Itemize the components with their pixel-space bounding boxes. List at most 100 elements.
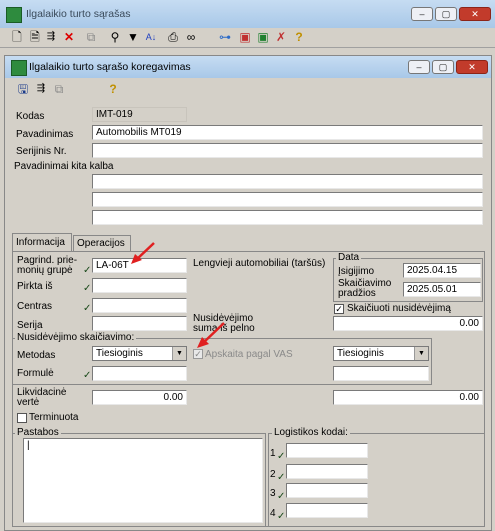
- data-group-label: Data: [336, 252, 362, 263]
- tab-informacija-label: Informacija: [16, 237, 65, 248]
- annotation-arrow-icon: [197, 322, 225, 348]
- tab-operacijos[interactable]: Operacijos: [73, 235, 131, 251]
- skaiciavimo-group-label: Nusidėvėjimo skaičiavimo:: [15, 332, 137, 343]
- tab-operacijos-label: Operacijos: [77, 238, 125, 249]
- serija-label: Serija: [17, 320, 43, 331]
- filter-list-icon[interactable]: ⇶: [44, 30, 58, 44]
- kita-kalba-field-2[interactable]: [92, 192, 483, 207]
- logistikos-field-2[interactable]: [286, 464, 368, 479]
- skaiciavimo-label: Skaičiavimo pradžios: [338, 278, 392, 299]
- centras-label: Centras: [17, 301, 53, 312]
- serija-field[interactable]: [92, 316, 187, 331]
- help-icon[interactable]: ?: [292, 30, 306, 44]
- nusidevejimo-suma-field[interactable]: 0.00: [333, 316, 483, 331]
- terminuota-label: Terminuota: [29, 412, 79, 423]
- dialog-minimize-button[interactable]: ‒: [408, 60, 430, 74]
- annotation-arrow-icon: [131, 242, 155, 264]
- pirkta-field[interactable]: [92, 278, 187, 293]
- logistikos-field-1[interactable]: [286, 443, 368, 458]
- serijinis-label: Serijinis Nr.: [16, 146, 67, 157]
- funnel-icon[interactable]: ▼: [126, 30, 140, 44]
- logistikos-field-4[interactable]: [286, 503, 368, 518]
- check-icon: ✓: [277, 491, 286, 502]
- chevron-down-icon[interactable]: ▼: [414, 347, 428, 360]
- isigijimo-label: Įsigijimo: [338, 266, 375, 277]
- check-icon: ✓: [83, 303, 92, 314]
- isigijimo-field[interactable]: 2025.04.15: [403, 263, 481, 278]
- likvidacine-vas-field[interactable]: 0.00: [333, 390, 483, 405]
- dialog-maximize-button[interactable]: ▢: [432, 60, 454, 74]
- dialog-icon: [11, 60, 27, 76]
- tools-x-icon[interactable]: ✗: [274, 30, 288, 44]
- logistikos-field-3[interactable]: [286, 483, 368, 498]
- pagrind-label: Pagrind. prie-monių grupė: [17, 255, 78, 276]
- serijinis-field[interactable]: [92, 143, 483, 158]
- tree-icon[interactable]: ⚲: [108, 30, 122, 44]
- new-icon[interactable]: 🗋: [10, 30, 24, 44]
- kita-kalba-field-3[interactable]: [92, 210, 483, 225]
- copy-icon[interactable]: ⧉: [52, 82, 66, 96]
- outer-toolbar: 🗋 🗎 ⇶ ✕ ⧉ ⚲ ▼ A↓ ⎙ ∞ ⊶ ▣ ▣ ✗ ?: [0, 28, 495, 48]
- logistikos-row-number: 3: [270, 488, 276, 499]
- filter-list-icon[interactable]: ⇶: [34, 82, 48, 96]
- check-icon: ✓: [83, 370, 92, 381]
- kodas-label: Kodas: [16, 111, 45, 122]
- logistikos-row-number: 1: [270, 448, 276, 459]
- print-icon[interactable]: ⎙: [166, 30, 180, 44]
- document-icon[interactable]: 🗎: [28, 30, 42, 44]
- app-icon: [6, 7, 22, 23]
- dialog-close-button[interactable]: ✕: [456, 60, 488, 74]
- minimize-button[interactable]: ‒: [411, 7, 433, 21]
- apskaita-method-select[interactable]: Tiesioginis ▼: [333, 346, 429, 361]
- save-icon[interactable]: 🖫: [16, 82, 30, 96]
- apskaita-checkbox[interactable]: ✓: [193, 349, 203, 359]
- check-icon: ✓: [277, 511, 286, 522]
- pavadinimas-label: Pavadinimas: [16, 129, 74, 140]
- skaiciavimo-field[interactable]: 2025.05.01: [403, 282, 481, 297]
- binoculars-icon[interactable]: ∞: [184, 30, 198, 44]
- likvidacine-field[interactable]: 0.00: [92, 390, 187, 405]
- logistikos-row-number: 4: [270, 508, 276, 519]
- metodas-select[interactable]: Tiesioginis ▼: [92, 346, 187, 361]
- metodas-label: Metodas: [17, 350, 56, 361]
- cart-red-icon[interactable]: ▣: [238, 30, 252, 44]
- check-icon: ✓: [83, 283, 92, 294]
- formule-field[interactable]: [92, 366, 187, 381]
- close-button[interactable]: ✕: [459, 7, 491, 21]
- metodas-value: Tiesioginis: [96, 348, 143, 359]
- dialog-title-bar: Ilgalaikio turto sąrašo koregavimas ‒ ▢ …: [5, 56, 491, 78]
- dialog-title: Ilgalaikio turto sąrašo koregavimas: [29, 61, 191, 73]
- skaiciuoti-checkbox[interactable]: ✓: [334, 304, 344, 314]
- pastabos-label: Pastabos: [15, 427, 61, 438]
- help-icon[interactable]: ?: [106, 82, 120, 96]
- outer-window-title: Ilgalaikio turto sąrašas: [26, 8, 131, 20]
- check-icon: ✓: [277, 451, 286, 462]
- pavadinimas-field[interactable]: Automobilis MT019: [92, 125, 483, 140]
- formule-label: Formulė: [17, 368, 54, 379]
- cart-green-icon[interactable]: ▣: [256, 30, 270, 44]
- pastabos-textarea[interactable]: |: [23, 438, 263, 523]
- logistikos-row-number: 2: [270, 469, 276, 480]
- sort-az-icon[interactable]: A↓: [144, 30, 158, 44]
- logistikos-label: Logistikos kodai:: [272, 427, 350, 438]
- delete-icon[interactable]: ✕: [62, 30, 76, 44]
- chevron-down-icon[interactable]: ▼: [172, 347, 186, 360]
- group-name-text: Lengvieji automobiliai (taršūs): [193, 258, 326, 269]
- check-icon: ✓: [277, 472, 286, 483]
- pirkta-label: Pirkta iš: [17, 281, 53, 292]
- centras-field[interactable]: [92, 298, 187, 313]
- tab-informacija[interactable]: Informacija: [12, 233, 72, 251]
- kita-kalba-label: Pavadinimai kita kalba: [14, 161, 114, 172]
- kita-kalba-field-1[interactable]: [92, 174, 483, 189]
- check-icon: ✓: [83, 265, 92, 276]
- apskaita-method-value: Tiesioginis: [337, 348, 384, 359]
- formule-vas-field[interactable]: [333, 366, 429, 381]
- skaiciuoti-label: Skaičiuoti nusidėvėjimą: [347, 303, 451, 314]
- apskaita-label: Apskaita pagal VAS: [205, 349, 293, 360]
- likvidacine-label: Likvidacinė vertė: [17, 387, 67, 408]
- kodas-field[interactable]: IMT-019: [92, 107, 187, 122]
- network-icon[interactable]: ⊶: [218, 30, 232, 44]
- maximize-button[interactable]: ▢: [435, 7, 457, 21]
- terminuota-checkbox[interactable]: [17, 413, 27, 423]
- copy-icon[interactable]: ⧉: [84, 30, 98, 44]
